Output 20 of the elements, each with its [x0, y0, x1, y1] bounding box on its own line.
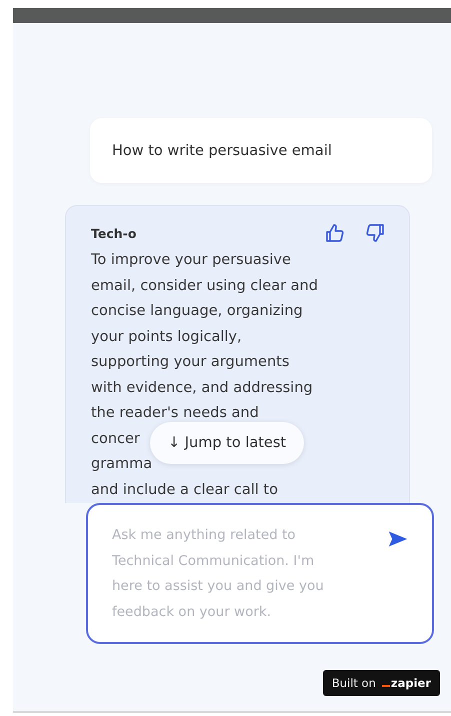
jump-to-latest-button[interactable]: ↓ Jump to latest	[150, 422, 304, 464]
message-line: email, consider using clear and	[91, 276, 318, 296]
message-line: concer	[91, 430, 140, 448]
brand-name: zapier	[390, 676, 431, 690]
user-message: How to write persuasive email	[90, 118, 432, 183]
message-line: concise language, organizing	[91, 302, 303, 321]
message-line: the reader's needs and	[91, 404, 259, 423]
thumbs-up-icon[interactable]	[325, 223, 345, 243]
message-line: with evidence, and addressing	[91, 378, 313, 398]
message-line: and include a clear call to	[91, 480, 278, 500]
send-icon[interactable]	[388, 529, 408, 549]
sender-name: Tech-o	[91, 226, 136, 240]
message-line: gramma	[91, 455, 152, 474]
thumbs-down-icon[interactable]	[365, 223, 385, 243]
message-line: supporting your arguments	[91, 353, 290, 372]
badge-text: Built on	[332, 676, 376, 690]
message-input[interactable]: Ask me anything related to Technical Communication. I'm here to assist you and give you feedback on your work.	[86, 503, 434, 644]
message-line: To improve your persuasive	[91, 251, 291, 270]
message-line: your points logically,	[91, 328, 242, 346]
built-on-badge[interactable]: Built on zapier	[322, 670, 440, 696]
